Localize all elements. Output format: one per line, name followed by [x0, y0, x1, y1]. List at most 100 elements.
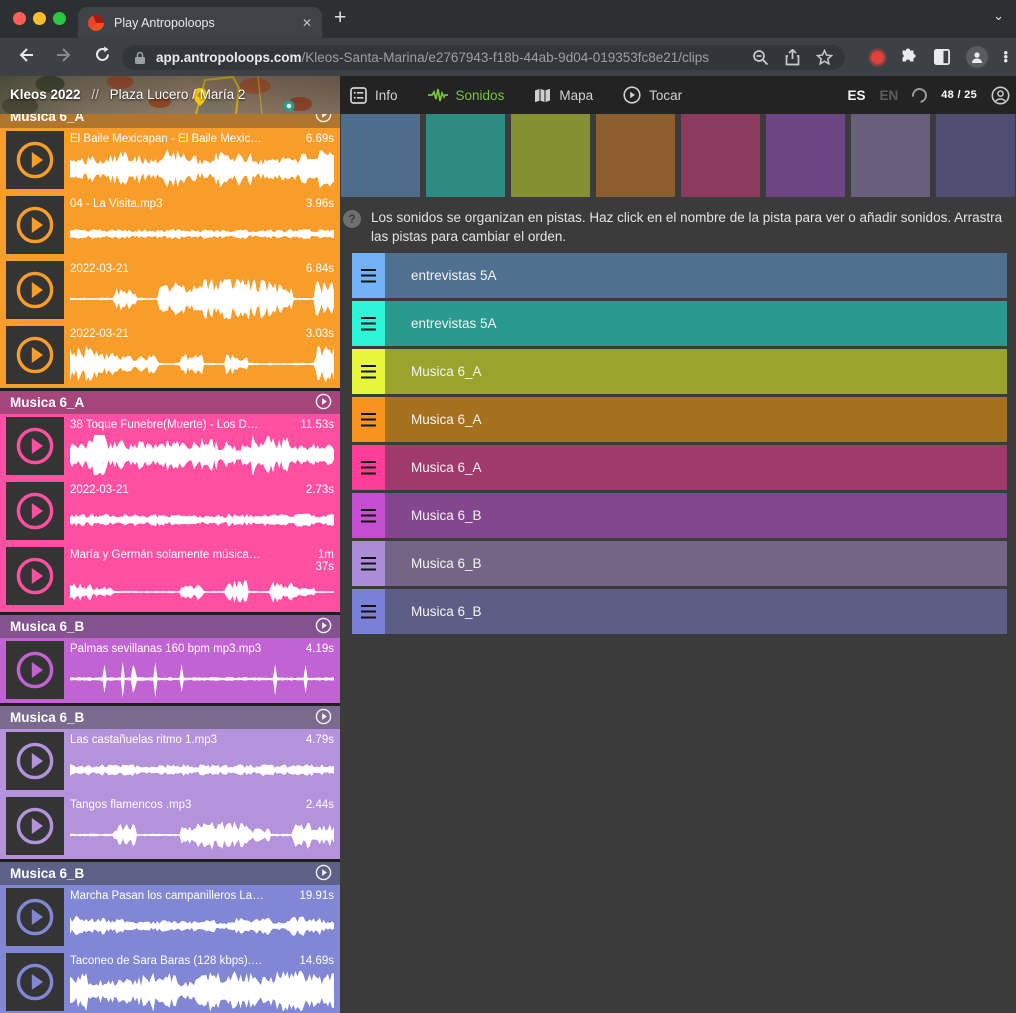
- track-color-square: [341, 114, 420, 197]
- clip-duration: 6.84s: [306, 263, 334, 275]
- track-color-square: [936, 114, 1015, 197]
- tab-mapa[interactable]: Mapa: [534, 88, 593, 103]
- track-label[interactable]: entrevistas 5A: [411, 268, 497, 283]
- drag-handle[interactable]: [352, 541, 385, 586]
- track-row[interactable]: Musica 6_B: [352, 541, 1007, 586]
- audio-clip[interactable]: 2022-03-213.03s: [0, 323, 340, 388]
- audio-clip[interactable]: Tangos flamencos .mp32.44s: [0, 794, 340, 859]
- tab-label: Sonidos: [456, 88, 505, 103]
- tab-close-icon[interactable]: ✕: [302, 16, 312, 30]
- track-section-header[interactable]: Musica 6_B: [0, 862, 340, 885]
- tab-tocar[interactable]: Tocar: [623, 86, 682, 104]
- drag-handle[interactable]: [352, 349, 385, 394]
- track-row[interactable]: Musica 6_B: [352, 493, 1007, 538]
- breadcrumb-project[interactable]: Kleos 2022: [10, 87, 81, 102]
- drag-handle[interactable]: [352, 493, 385, 538]
- track-label[interactable]: Musica 6_A: [411, 460, 482, 475]
- track-label[interactable]: Musica 6_B: [411, 508, 482, 523]
- waveform: [70, 344, 334, 384]
- tab-sonidos[interactable]: Sonidos: [428, 88, 505, 103]
- maximize-window-button[interactable]: [53, 12, 66, 25]
- drag-handle[interactable]: [352, 445, 385, 490]
- clip-play-button[interactable]: [6, 417, 64, 475]
- recording-extension-icon[interactable]: [871, 51, 884, 64]
- tab-search-chevron-icon[interactable]: ⌄: [993, 8, 1004, 24]
- clip-play-button[interactable]: [6, 482, 64, 540]
- track-row[interactable]: Musica 6_A: [352, 349, 1007, 394]
- share-icon[interactable]: [785, 49, 800, 66]
- audio-clip[interactable]: Palmas sevillanas 160 bpm mp3.mp34.19s: [0, 638, 340, 703]
- clip-duration: 11.53s: [300, 419, 334, 431]
- forward-icon[interactable]: [52, 47, 76, 68]
- audio-clip[interactable]: 04 - La Visita.mp33.96s: [0, 193, 340, 258]
- clip-play-button[interactable]: [6, 797, 64, 855]
- reload-icon[interactable]: [90, 46, 114, 68]
- drag-handle[interactable]: [352, 589, 385, 634]
- hamburger-icon: [361, 509, 376, 523]
- track-label[interactable]: Musica 6_A: [411, 412, 482, 427]
- section-title: Musica 6_B: [10, 619, 84, 634]
- app-header: Kleos 2022 // Plaza Lucero / María 2 Inf…: [0, 76, 1016, 114]
- minimize-window-button[interactable]: [33, 12, 46, 25]
- close-window-button[interactable]: [13, 12, 26, 25]
- drag-handle[interactable]: [352, 253, 385, 298]
- track-section-header[interactable]: Musica 6_B: [0, 615, 340, 638]
- account-icon[interactable]: [991, 86, 1010, 105]
- track-row[interactable]: entrevistas 5A: [352, 253, 1007, 298]
- audio-clip[interactable]: Taconeo de Sara Baras (128 kbps).mp314.6…: [0, 950, 340, 1013]
- hamburger-icon: [361, 413, 376, 427]
- clip-play-button[interactable]: [6, 196, 64, 254]
- audio-clip[interactable]: El Baile Mexicapan - El Baile Mexicapan.…: [0, 128, 340, 193]
- new-tab-button[interactable]: +: [334, 6, 346, 30]
- profile-avatar[interactable]: [966, 46, 988, 68]
- track-row[interactable]: Musica 6_B: [352, 589, 1007, 634]
- tab-info[interactable]: Info: [350, 87, 398, 104]
- track-section-header[interactable]: Musica 6_A: [0, 391, 340, 414]
- clip-play-button[interactable]: [6, 547, 64, 605]
- clip-title: Palmas sevillanas 160 bpm mp3.mp3: [70, 643, 264, 655]
- clip-play-button[interactable]: [6, 326, 64, 384]
- clip-title: Tangos flamencos .mp3: [70, 799, 264, 811]
- section-clips: El Baile Mexicapan - El Baile Mexicapan.…: [0, 128, 340, 388]
- track-row[interactable]: Musica 6_A: [352, 397, 1007, 442]
- side-panel-icon[interactable]: [933, 48, 951, 66]
- audio-clip[interactable]: María y Germán solamente música(maría 2.…: [0, 544, 340, 612]
- clip-play-button[interactable]: [6, 888, 64, 946]
- track-label[interactable]: Musica 6_A: [411, 364, 482, 379]
- track-label[interactable]: entrevistas 5A: [411, 316, 497, 331]
- audio-clip[interactable]: 38 Toque Funebre(Muerte) - Los Doce Par.…: [0, 414, 340, 479]
- track-label[interactable]: Musica 6_B: [411, 604, 482, 619]
- extensions-puzzle-icon[interactable]: [899, 48, 918, 67]
- play-icon: [15, 897, 55, 937]
- bookmark-star-icon[interactable]: [816, 49, 833, 66]
- track-section-header[interactable]: Musica 6_B: [0, 706, 340, 729]
- clip-play-button[interactable]: [6, 261, 64, 319]
- lang-es-button[interactable]: ES: [847, 88, 865, 103]
- track-section-header[interactable]: Musica 6_A: [0, 114, 340, 128]
- clip-play-button[interactable]: [6, 953, 64, 1011]
- address-bar[interactable]: app.antropoloops.com/Kleos-Santa-Marina/…: [122, 45, 845, 70]
- tab-label: Info: [375, 88, 398, 103]
- browser-menu-icon[interactable]: •••: [1003, 51, 1008, 63]
- track-row[interactable]: entrevistas 5A: [352, 301, 1007, 346]
- track-label[interactable]: Musica 6_B: [411, 556, 482, 571]
- browser-tab-strip: Play Antropoloops ✕ + ⌄: [0, 0, 1016, 38]
- zoom-icon[interactable]: [752, 49, 769, 66]
- hamburger-icon: [361, 269, 376, 283]
- drag-handle[interactable]: [352, 397, 385, 442]
- clip-play-button[interactable]: [6, 732, 64, 790]
- track-row[interactable]: Musica 6_A: [352, 445, 1007, 490]
- lang-en-button[interactable]: EN: [879, 88, 898, 103]
- help-icon[interactable]: ?: [343, 210, 361, 228]
- browser-tab[interactable]: Play Antropoloops ✕: [78, 7, 322, 38]
- play-icon: [15, 270, 55, 310]
- drag-handle[interactable]: [352, 301, 385, 346]
- audio-clip[interactable]: 2022-03-212.73s: [0, 479, 340, 544]
- audio-clip[interactable]: 2022-03-216.84s: [0, 258, 340, 323]
- back-icon[interactable]: [14, 47, 38, 68]
- hamburger-icon: [361, 605, 376, 619]
- audio-clip[interactable]: Las castañuelas ritmo 1.mp34.79s: [0, 729, 340, 794]
- clip-play-button[interactable]: [6, 641, 64, 699]
- clip-play-button[interactable]: [6, 131, 64, 189]
- audio-clip[interactable]: Marcha Pasan los campanilleros Las Mejor…: [0, 885, 340, 950]
